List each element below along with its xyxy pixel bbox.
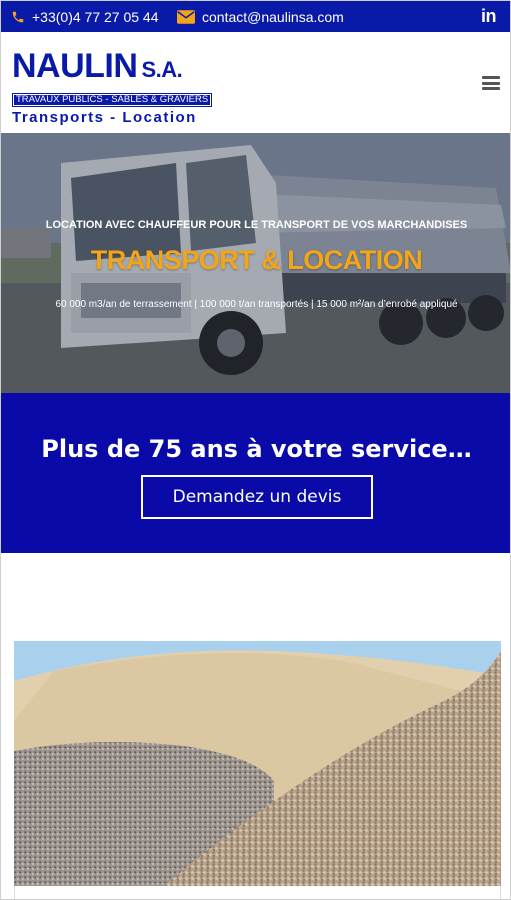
contact-topbar: +33(0)4 77 27 05 44 contact@naulinsa.com… [1,1,510,32]
site-header: NAULIN S.A. TRAVAUX PUBLICS - SABLES & GR… [1,32,510,133]
hero-banner: LOCATION AVEC CHAUFFEUR POUR LE TRANSPOR… [1,133,510,393]
phone-icon [12,11,24,22]
cta-headline: Plus de 75 ans à votre service… [41,435,472,463]
page-frame: +33(0)4 77 27 05 44 contact@naulinsa.com… [0,0,511,900]
gravel-photo [14,641,501,886]
naulin-logo[interactable]: NAULIN S.A. TRAVAUX PUBLICS - SABLES & GR… [12,49,217,126]
request-quote-button[interactable]: Demandez un devis [141,475,373,519]
logo-tagline: TRAVAUX PUBLICS - SABLES & GRAVIERS [12,93,213,107]
logo-subtitle: Transports - Location [12,109,197,126]
cta-section: Plus de 75 ans à votre service… Demandez… [1,393,510,553]
logo-brand: NAULIN S.A. [12,47,183,85]
email-address: contact@naulinsa.com [202,8,344,25]
email-link[interactable]: contact@naulinsa.com [177,1,344,32]
phone-link[interactable]: +33(0)4 77 27 05 44 [11,1,159,32]
linkedin-icon[interactable]: in [481,6,497,27]
hero-title: TRANSPORT & LOCATION [90,245,423,275]
hero-stats: 60 000 m3/an de terrassement | 100 000 t… [55,299,458,310]
phone-number: +33(0)4 77 27 05 44 [32,8,159,25]
gravel-photo-frame [14,886,501,899]
hamburger-menu-icon[interactable] [482,76,500,90]
hero-kicker: LOCATION AVEC CHAUFFEUR POUR LE TRANSPOR… [45,219,468,231]
envelope-icon [177,9,195,24]
